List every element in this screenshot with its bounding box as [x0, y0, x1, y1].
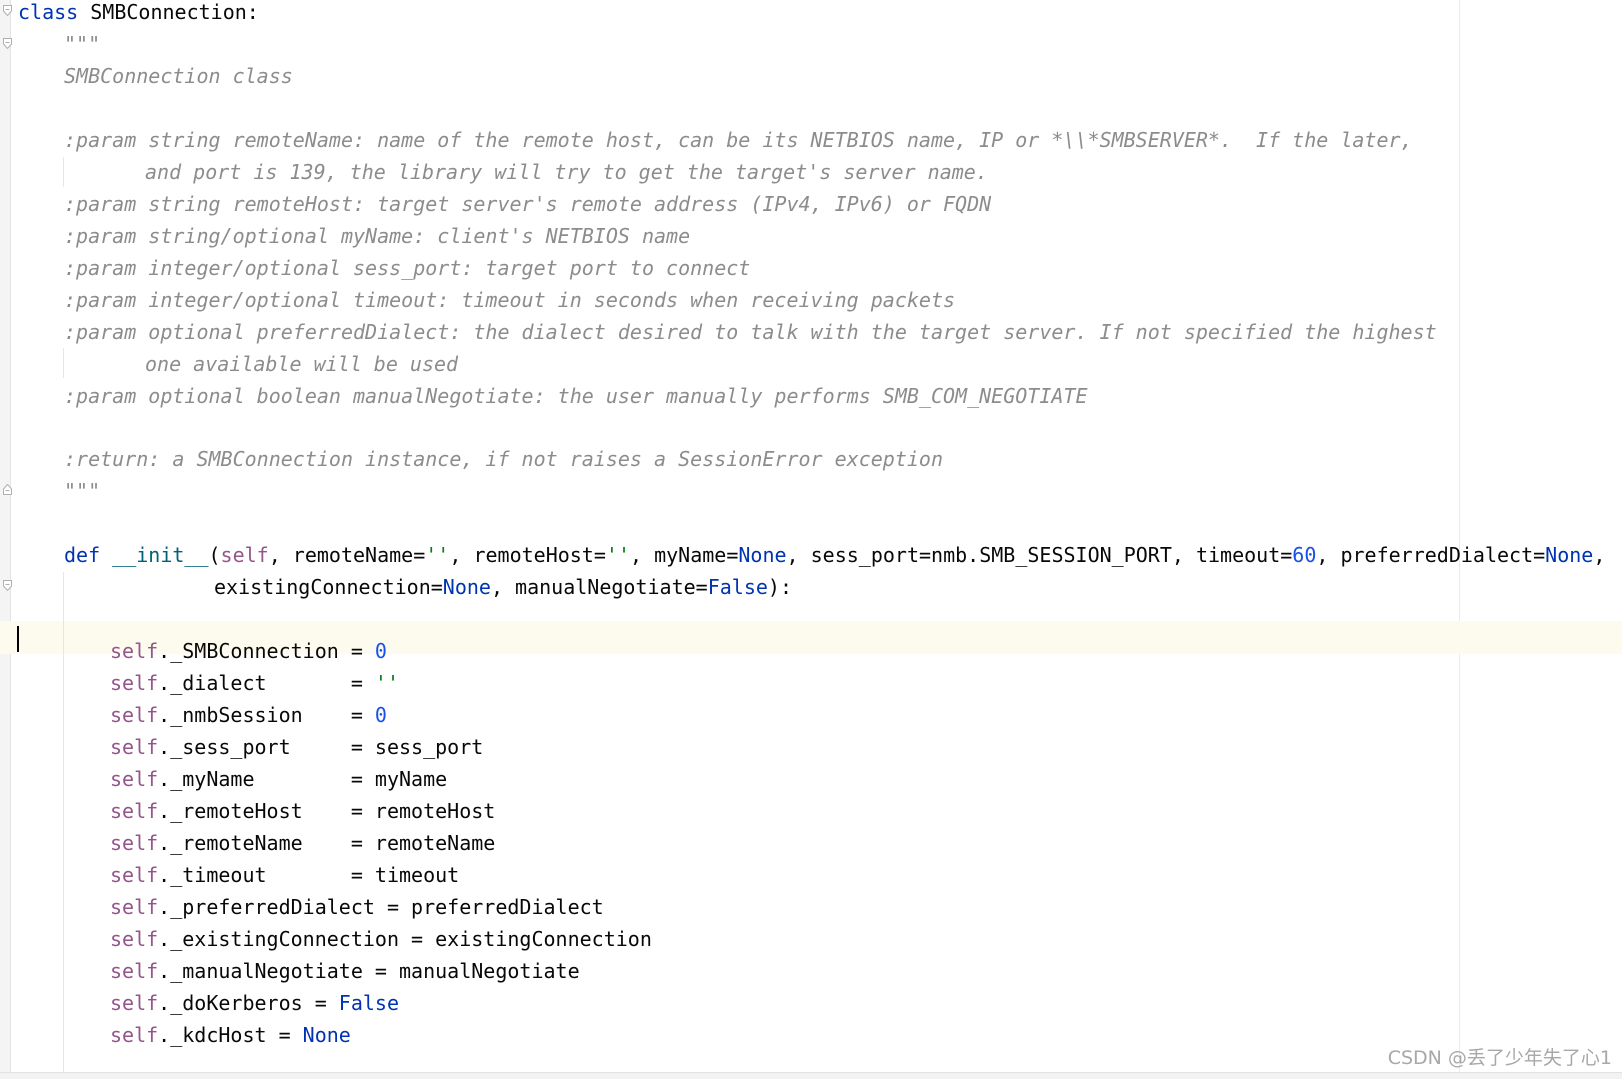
sig-param: , manualNegotiate= — [490, 575, 708, 599]
none-keyword: None — [738, 543, 787, 567]
docstring-param-manualnegotiate[interactable]: :param optional boolean manualNegotiate:… — [64, 380, 1088, 413]
code-line-assign[interactable]: self._doKerberos = False — [110, 987, 399, 1020]
docstring-param-remotename-cont[interactable]: and port is 139, the library will try to… — [145, 156, 988, 189]
indent-guide — [63, 572, 64, 1072]
self-keyword: self — [110, 863, 159, 887]
sig-end: ): — [767, 575, 793, 599]
sig-sep: , sess_port=nmb.SMB_SESSION_PORT, timeou… — [786, 543, 1293, 567]
docstring-param-dialect-cont[interactable]: one available will be used — [145, 348, 458, 381]
self-keyword: self — [110, 927, 159, 951]
watermark: CSDN @丢了少年失了心1 — [1387, 1047, 1612, 1069]
def-keyword: def — [64, 543, 101, 567]
docstring-close[interactable]: """ — [64, 475, 100, 508]
code-line-assign[interactable]: self._nmbSession = 0 — [110, 699, 387, 732]
code-line-assign[interactable]: self._manualNegotiate = manualNegotiate — [110, 955, 580, 988]
self-keyword: self — [110, 767, 159, 791]
fold-end-docstring-icon[interactable] — [3, 484, 12, 495]
open-paren: ( — [208, 543, 221, 567]
self-keyword: self — [110, 959, 159, 983]
self-keyword: self — [110, 639, 159, 663]
empty-string: '' — [425, 543, 450, 567]
assign-target: ._SMBConnection = — [158, 639, 375, 663]
self-keyword: self — [110, 799, 159, 823]
fold-def-icon[interactable] — [3, 580, 12, 591]
code-line-assign[interactable]: self._SMBConnection = 0 — [110, 635, 387, 668]
docstring-param-timeout[interactable]: :param integer/optional timeout: timeout… — [64, 284, 955, 317]
sig-sep: , myName= — [630, 543, 739, 567]
none-keyword: None — [442, 575, 491, 599]
assign-target: ._dialect = — [158, 671, 375, 695]
docstring-open[interactable]: """ — [64, 28, 100, 61]
self-keyword: self — [110, 991, 159, 1015]
docstring-param-remotename[interactable]: :param string remoteName: name of the re… — [64, 124, 1413, 157]
class-keyword: class — [18, 0, 79, 24]
docstring-return[interactable]: :return: a SMBConnection instance, if no… — [64, 443, 943, 476]
sig-trail: , — [1593, 543, 1606, 567]
number-literal: 0 — [374, 639, 387, 663]
self-keyword: self — [110, 831, 159, 855]
assign-target: ._doKerberos = — [158, 991, 339, 1015]
code-line-assign[interactable]: self._remoteName = remoteName — [110, 827, 495, 860]
assign-target: ._nmbSession = — [158, 703, 375, 727]
assign-statement: ._existingConnection = existingConnectio… — [158, 927, 652, 951]
code-line-class[interactable]: class SMBConnection: — [18, 0, 259, 29]
self-param: self — [220, 543, 269, 567]
false-keyword: False — [338, 991, 400, 1015]
fold-docstring-icon[interactable] — [3, 38, 12, 49]
assign-statement: ._preferredDialect = preferredDialect — [158, 895, 604, 919]
code-line-def-cont[interactable]: existingConnection=None, manualNegotiate… — [214, 571, 792, 604]
code-line-assign[interactable]: self._timeout = timeout — [110, 859, 459, 892]
self-keyword: self — [110, 671, 159, 695]
docstring-param-remotehost[interactable]: :param string remoteHost: target server'… — [64, 188, 991, 221]
none-keyword: None — [1545, 543, 1594, 567]
assign-statement: ._remoteHost = remoteHost — [158, 799, 496, 823]
code-editor[interactable]: class SMBConnection: """ SMBConnection c… — [0, 0, 1622, 1079]
code-line-assign[interactable]: self._remoteHost = remoteHost — [110, 795, 495, 828]
assign-statement: ._myName = myName — [158, 767, 448, 791]
docstring-title[interactable]: SMBConnection class — [64, 60, 293, 93]
init-method-name: __init__ — [112, 543, 209, 567]
sig-sep: , preferredDialect= — [1316, 543, 1546, 567]
docstring-param-sessport[interactable]: :param integer/optional sess_port: targe… — [64, 252, 750, 285]
sig-sep: , remoteHost= — [449, 543, 606, 567]
code-line-assign[interactable]: self._sess_port = sess_port — [110, 731, 483, 764]
code-line-assign[interactable]: self._myName = myName — [110, 763, 447, 796]
horizontal-scrollbar[interactable] — [0, 1072, 1622, 1079]
editor-gutter[interactable] — [0, 0, 11, 1072]
code-line-assign[interactable]: self._dialect = '' — [110, 667, 399, 700]
code-line-assign[interactable]: self._existingConnection = existingConne… — [110, 923, 652, 956]
empty-string: '' — [605, 543, 630, 567]
indent-guide — [63, 157, 64, 187]
sig-sep: , remoteName= — [268, 543, 426, 567]
docstring-param-dialect[interactable]: :param optional preferredDialect: the di… — [64, 316, 1437, 349]
docstring-param-myname[interactable]: :param string/optional myName: client's … — [64, 220, 690, 253]
self-keyword: self — [110, 895, 159, 919]
code-line-assign[interactable]: self._kdcHost = None — [110, 1019, 351, 1052]
none-keyword: None — [302, 1023, 351, 1047]
assign-target: ._kdcHost = — [158, 1023, 303, 1047]
text-caret — [17, 626, 19, 652]
code-line-def[interactable]: def __init__(self, remoteName='', remote… — [64, 539, 1605, 572]
false-keyword: False — [707, 575, 768, 599]
indent-guide — [63, 348, 64, 378]
assign-statement: ._remoteName = remoteName — [158, 831, 496, 855]
class-name: SMBConnection: — [90, 0, 259, 24]
self-keyword: self — [110, 735, 159, 759]
timeout-default: 60 — [1292, 543, 1317, 567]
self-keyword: self — [110, 1023, 159, 1047]
fold-class-icon[interactable] — [3, 5, 12, 16]
code-line-assign[interactable]: self._preferredDialect = preferredDialec… — [110, 891, 604, 924]
assign-statement: ._timeout = timeout — [158, 863, 460, 887]
assign-statement: ._manualNegotiate = manualNegotiate — [158, 959, 580, 983]
number-literal: 0 — [374, 703, 387, 727]
sig-param: existingConnection= — [214, 575, 443, 599]
empty-string: '' — [374, 671, 400, 695]
assign-statement: ._sess_port = sess_port — [158, 735, 484, 759]
self-keyword: self — [110, 703, 159, 727]
